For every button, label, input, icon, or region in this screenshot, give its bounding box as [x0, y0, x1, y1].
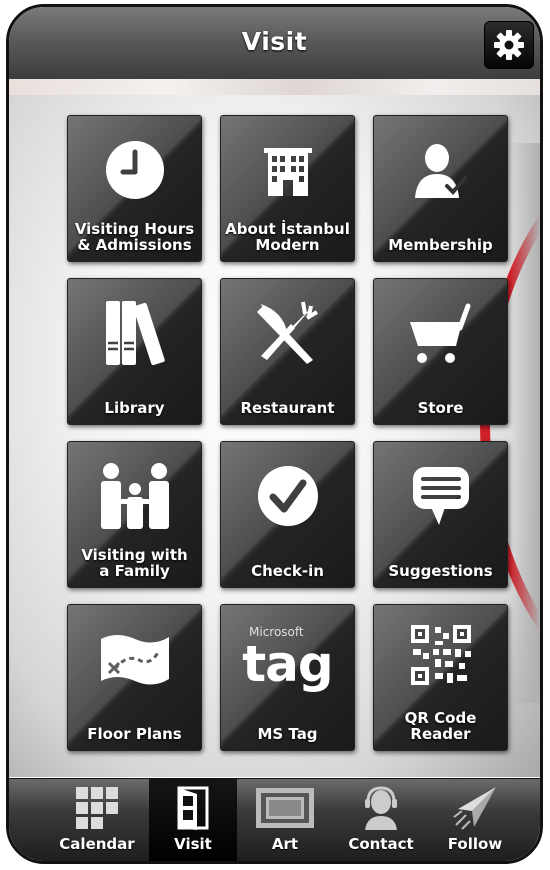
- building-icon: [263, 148, 312, 196]
- tile-restaurant[interactable]: Restaurant: [220, 278, 355, 425]
- tab-art[interactable]: Art: [239, 779, 331, 861]
- tile-library[interactable]: Library: [67, 278, 202, 425]
- member-icon: [414, 144, 467, 198]
- tile-qr-code-reader[interactable]: QR Code Reader: [373, 604, 508, 751]
- tile-suggestions[interactable]: Suggestions: [373, 441, 508, 588]
- door-icon: [177, 786, 209, 830]
- tab-label: Calendar: [59, 835, 135, 853]
- tile-grid-area: Visiting Hours & Admissions About İstanb…: [9, 95, 540, 777]
- header-bar: Visit: [9, 7, 540, 80]
- phone-frame: Visit Visiting Hours & Admissions About …: [6, 4, 543, 864]
- tab-calendar[interactable]: Calendar: [51, 779, 143, 861]
- tile-membership[interactable]: Membership: [373, 115, 508, 262]
- tile-visiting-hours[interactable]: Visiting Hours & Admissions: [67, 115, 202, 262]
- ms-tag-logo-small: Microsoft: [249, 625, 304, 639]
- tile-check-in[interactable]: Check-in: [220, 441, 355, 588]
- fork-knife-icon: [256, 301, 318, 364]
- family-icon: [100, 463, 169, 529]
- calendar-grid-icon: [76, 787, 118, 829]
- cart-icon: [409, 303, 470, 363]
- tile-about-istanbul-modern[interactable]: About İstanbul Modern: [220, 115, 355, 262]
- tile-label: Visiting Hours & Admissions: [74, 220, 195, 254]
- header-decor-strip: [9, 79, 540, 96]
- clock-icon: [105, 141, 164, 199]
- tile-label: Library: [104, 399, 165, 417]
- tile-ms-tag[interactable]: Microsoft tag MS Tag: [220, 604, 355, 751]
- tile-label: Store: [417, 399, 464, 417]
- tile-label: About İstanbul Modern: [225, 220, 350, 254]
- bottom-tab-bar: Calendar Visit Art Contact Follow: [9, 778, 540, 861]
- tile-label: MS Tag: [257, 725, 318, 743]
- arc-shade: [510, 143, 540, 703]
- tile-visiting-with-family[interactable]: Visiting with a Family: [67, 441, 202, 588]
- headset-icon: [365, 786, 397, 830]
- tab-label: Follow: [447, 835, 503, 853]
- map-icon: [100, 635, 169, 685]
- books-icon: [105, 301, 165, 366]
- paper-plane-icon: [453, 787, 496, 830]
- checkmark-icon: [257, 466, 318, 526]
- frame-icon: [256, 788, 314, 828]
- tile-label: Floor Plans: [87, 725, 182, 743]
- tile-floor-plans[interactable]: Floor Plans: [67, 604, 202, 751]
- tab-visit[interactable]: Visit: [149, 779, 237, 861]
- tab-label: Contact: [348, 835, 414, 853]
- qr-code-icon: [410, 625, 471, 685]
- tab-label: Art: [271, 835, 299, 853]
- tile-label: Membership: [388, 236, 493, 254]
- tab-label: Visit: [174, 835, 212, 853]
- tile-label: Suggestions: [388, 562, 493, 580]
- ms-tag-icon: Microsoft tag: [221, 619, 354, 695]
- gear-icon: [494, 30, 524, 60]
- ms-tag-logo-word: tag: [242, 635, 333, 693]
- tile-label: Restaurant: [240, 399, 335, 417]
- speech-bubble-icon: [412, 467, 469, 525]
- tile-label: Check-in: [251, 562, 324, 580]
- page-title: Visit: [241, 27, 308, 56]
- tile-store[interactable]: Store: [373, 278, 508, 425]
- tab-follow[interactable]: Follow: [429, 779, 521, 861]
- settings-button[interactable]: [484, 21, 534, 69]
- tile-label: Visiting with a Family: [81, 546, 188, 580]
- tile-label: QR Code Reader: [404, 709, 477, 743]
- tab-contact[interactable]: Contact: [335, 779, 427, 861]
